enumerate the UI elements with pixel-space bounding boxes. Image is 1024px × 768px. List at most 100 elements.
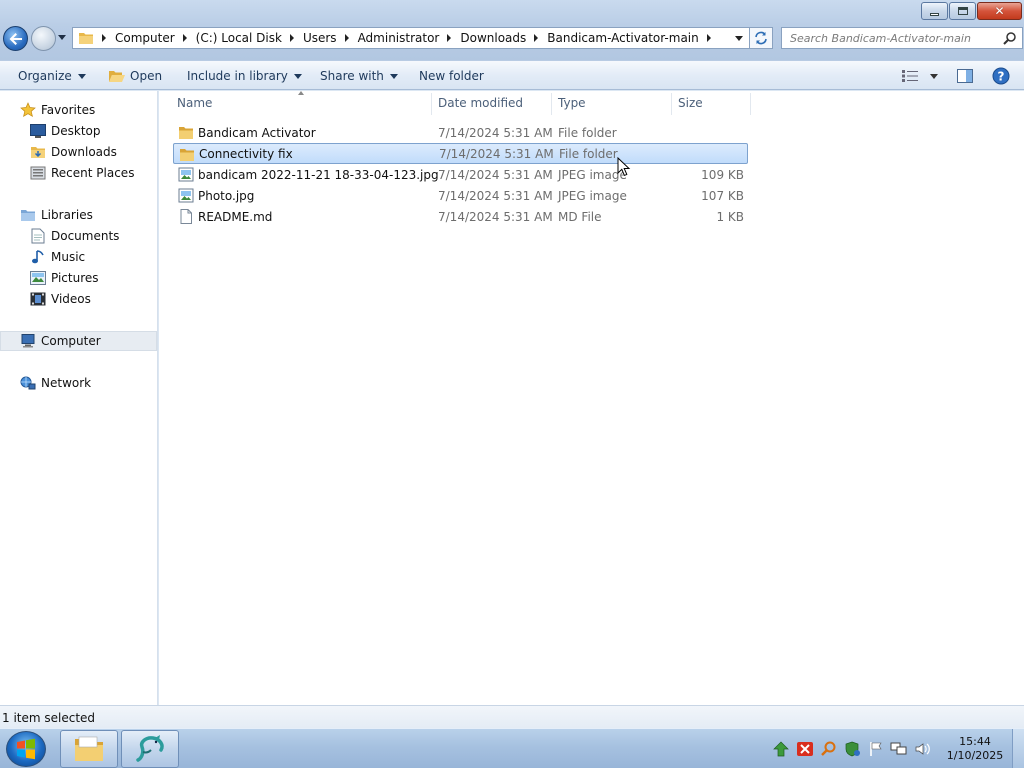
breadcrumb-separator-icon[interactable] <box>706 34 711 42</box>
change-view-button[interactable] <box>902 66 938 86</box>
nav-libraries-label: Libraries <box>41 208 93 222</box>
new-folder-button[interactable]: New folder <box>419 68 484 84</box>
open-button[interactable]: Open <box>108 68 162 84</box>
nav-videos[interactable]: Videos <box>0 289 157 309</box>
breadcrumb-separator-icon[interactable] <box>447 34 452 42</box>
computer-icon <box>20 333 36 349</box>
recent-places-icon <box>30 165 46 181</box>
column-divider[interactable] <box>671 93 672 115</box>
search-icon[interactable] <box>1003 31 1017 48</box>
minimize-button[interactable] <box>921 2 948 20</box>
recent-pages-dropdown[interactable] <box>58 35 66 40</box>
nav-music[interactable]: Music <box>0 247 157 267</box>
open-label: Open <box>130 69 163 83</box>
volume-icon[interactable] <box>914 741 932 757</box>
file-row[interactable]: bandicam 2022-11-21 18-33-04-123.jpg 7/1… <box>173 164 748 185</box>
taskbar-explorer-button[interactable] <box>60 730 118 768</box>
file-name: Bandicam Activator <box>198 125 316 140</box>
forward-button[interactable] <box>31 26 56 51</box>
music-icon <box>30 249 46 265</box>
nav-favorites-label: Favorites <box>41 103 96 117</box>
breadcrumb-separator-icon[interactable] <box>344 34 349 42</box>
column-header-type[interactable]: Type <box>558 96 586 112</box>
breadcrumb-administrator[interactable]: Administrator <box>358 31 440 45</box>
nav-computer[interactable]: Computer <box>0 331 157 351</box>
file-row[interactable]: README.md 7/14/2024 5:31 AM MD File 1 KB <box>173 206 748 227</box>
nav-pictures[interactable]: Pictures <box>0 268 157 288</box>
search-box[interactable] <box>781 27 1023 49</box>
tray-red-x-icon[interactable] <box>796 741 814 757</box>
start-button[interactable] <box>6 731 46 767</box>
tray-shield-icon[interactable] <box>844 741 862 757</box>
clock[interactable]: 15:44 1/10/2025 <box>944 735 1006 763</box>
include-in-library-menu[interactable]: Include in library <box>187 68 302 84</box>
column-header-date-modified[interactable]: Date modified <box>438 96 523 112</box>
nav-recent-places-label: Recent Places <box>51 166 135 180</box>
search-input[interactable] <box>782 28 992 48</box>
tray-green-arrow-icon[interactable] <box>772 741 790 757</box>
open-folder-icon <box>108 69 126 83</box>
nav-documents-label: Documents <box>51 229 120 243</box>
taskbar-app-button[interactable] <box>121 730 179 768</box>
nav-music-label: Music <box>51 250 86 264</box>
tray-magnifier-icon[interactable] <box>820 741 838 757</box>
nav-libraries[interactable]: Libraries <box>0 205 157 225</box>
star-icon <box>20 102 36 118</box>
column-header-size[interactable]: Size <box>678 96 703 112</box>
share-with-menu[interactable]: Share with <box>320 68 398 84</box>
column-divider[interactable] <box>750 93 751 115</box>
nav-videos-label: Videos <box>51 292 91 306</box>
column-divider[interactable] <box>551 93 552 115</box>
help-button[interactable]: ? <box>992 66 1010 86</box>
file-size: 107 KB <box>701 188 744 203</box>
restore-button[interactable] <box>949 2 976 20</box>
window-controls: ✕ <box>920 2 1022 20</box>
chevron-down-icon[interactable] <box>930 73 938 79</box>
preview-pane-button[interactable] <box>957 66 973 86</box>
file-row-selected[interactable]: Connectivity fix 7/14/2024 5:31 AM File … <box>173 143 748 164</box>
refresh-button[interactable] <box>750 27 773 49</box>
breadcrumb-local-disk[interactable]: (C:) Local Disk <box>196 31 282 45</box>
nav-downloads[interactable]: Downloads <box>0 142 157 162</box>
nav-recent-places[interactable]: Recent Places <box>0 163 157 183</box>
chevron-down-icon <box>293 73 302 79</box>
column-divider[interactable] <box>431 93 432 115</box>
svg-text:?: ? <box>998 70 1005 84</box>
taskbar: 15:44 1/10/2025 <box>0 728 1024 768</box>
breadcrumb-separator-icon[interactable] <box>289 34 294 42</box>
file-size: 1 KB <box>716 209 744 224</box>
nav-favorites[interactable]: Favorites <box>0 100 157 120</box>
breadcrumb-separator-icon[interactable] <box>102 34 106 42</box>
nav-downloads-label: Downloads <box>51 145 117 159</box>
action-center-flag-icon[interactable] <box>868 741 884 757</box>
documents-icon <box>30 228 46 244</box>
breadcrumb-computer[interactable]: Computer <box>115 31 175 45</box>
organize-menu[interactable]: Organize <box>18 68 86 84</box>
breadcrumb-users[interactable]: Users <box>303 31 337 45</box>
mouse-cursor-icon <box>617 157 631 177</box>
address-bar[interactable]: Computer (C:) Local Disk Users Administr… <box>72 27 750 49</box>
file-type: File folder <box>559 146 618 161</box>
file-row[interactable]: Bandicam Activator 7/14/2024 5:31 AM Fil… <box>173 122 748 143</box>
file-name: README.md <box>198 209 273 224</box>
nav-desktop[interactable]: Desktop <box>0 121 157 141</box>
breadcrumb-downloads[interactable]: Downloads <box>460 31 526 45</box>
file-type: JPEG image <box>558 188 627 203</box>
file-row[interactable]: Photo.jpg 7/14/2024 5:31 AM JPEG image 1… <box>173 185 748 206</box>
breadcrumb-separator-icon[interactable] <box>534 34 539 42</box>
file-date: 7/14/2024 5:31 AM <box>439 146 554 161</box>
show-desktop-button[interactable] <box>1012 729 1024 768</box>
back-arrow-icon <box>9 32 22 45</box>
close-button[interactable]: ✕ <box>977 2 1022 20</box>
address-history-dropdown[interactable] <box>735 36 743 41</box>
back-button[interactable] <box>3 26 28 51</box>
breadcrumb-separator-icon[interactable] <box>182 34 187 42</box>
windows-logo-icon <box>17 738 35 760</box>
network-status-icon[interactable] <box>890 741 908 757</box>
nav-network[interactable]: Network <box>0 373 157 393</box>
new-folder-label: New folder <box>419 69 484 83</box>
column-header-name[interactable]: Name <box>177 96 212 112</box>
nav-documents[interactable]: Documents <box>0 226 157 246</box>
breadcrumb-bandicam-activator-main[interactable]: Bandicam-Activator-main <box>547 31 698 45</box>
nav-computer-label: Computer <box>41 334 101 348</box>
